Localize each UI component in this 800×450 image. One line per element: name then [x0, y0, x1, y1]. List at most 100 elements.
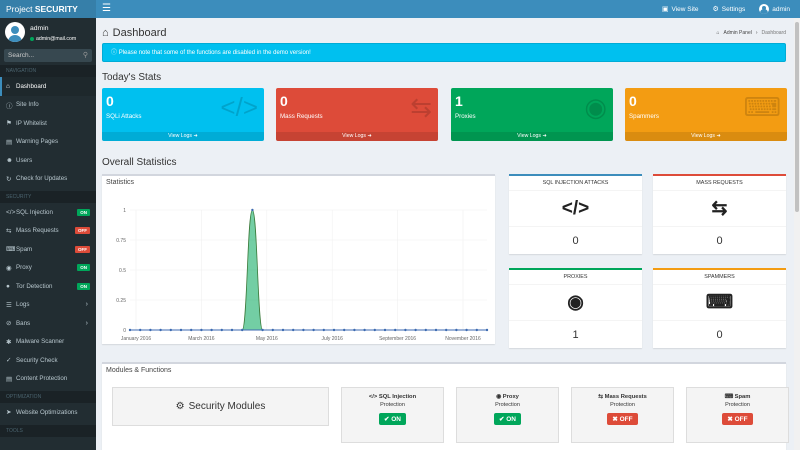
users-icon: ☻ [6, 156, 13, 164]
data-point [241, 328, 244, 332]
home-icon: ⌂ [102, 27, 109, 39]
x-tick-label: July 2016 [321, 336, 343, 342]
stat-value: 0 [280, 93, 288, 109]
data-point [383, 328, 387, 332]
sidebar-item-label: Tor Detection [16, 282, 53, 290]
user-name: admin [30, 25, 49, 32]
chevron-right-icon: › [85, 319, 88, 327]
info-icon: ⓘ [111, 50, 118, 56]
view-logs-link[interactable]: View Logs ➜ [276, 132, 438, 141]
module-status-button[interactable]: ✖ OFF [722, 413, 753, 425]
data-point [200, 328, 203, 332]
module-name: ⌨ Spam [687, 394, 788, 400]
retweet-icon: ⇆ [598, 394, 603, 400]
sidebar-item-users[interactable]: ☻ Users [0, 151, 96, 170]
sidebar-item-label: Site Info [16, 101, 39, 109]
gear-icon: ⚙ [175, 401, 185, 412]
breadcrumb-home[interactable]: Admin Panel [724, 30, 752, 36]
sidebar-item-label: SQL Injection [16, 208, 53, 216]
security-modules-panel[interactable]: ⚙ Security Modules [112, 387, 329, 426]
module-proxy: ◉ Proxy Protection ✔ ON [456, 387, 559, 443]
security-modules-label: Security Modules [188, 401, 266, 412]
module-name-text: Spam [734, 394, 751, 400]
sidebar-item-website-optimizations[interactable]: ➤ Website Optimizations [0, 403, 96, 422]
page-title-text: Dashboard [112, 27, 167, 39]
list-icon: ☰ [6, 301, 12, 309]
module-status-button[interactable]: ✖ OFF [607, 413, 638, 425]
avatar [5, 22, 25, 42]
sidebar-item-proxy[interactable]: ◉ Proxy ON [0, 259, 96, 278]
retweet-icon: ⇆ [6, 227, 12, 235]
module-name-text: Proxy [502, 394, 519, 400]
page-title: ⌂ Dashboard [102, 27, 166, 39]
module-status-button[interactable]: ✔ ON [493, 413, 521, 425]
stat-card-sqli: 0 SQLi Attacks </> View Logs ➜ [102, 88, 264, 141]
sidebar-item-security-check[interactable]: ✓ Security Check [0, 351, 96, 370]
page-scrollbar[interactable] [794, 18, 800, 450]
mini-card-proxies: PROXIES ◉ 1 [509, 268, 642, 348]
sidebar-item-warning-pages[interactable]: ▤ Warning Pages [0, 133, 96, 152]
data-point [312, 328, 315, 332]
view-logs-link[interactable]: View Logs ➜ [451, 132, 613, 141]
menu-icon[interactable]: ☰ [102, 3, 111, 15]
sidebar-item-label: Logs [16, 301, 30, 309]
view-site-link[interactable]: ▣ View Site [662, 5, 699, 14]
sidebar-item-ip-whitelist[interactable]: ⚑ IP Whitelist [0, 114, 96, 133]
module-name: </> SQL Injection [342, 394, 443, 400]
search-input[interactable] [4, 49, 92, 62]
sidebar-item-site-info[interactable]: ⓘ Site Info [0, 96, 96, 115]
arrow-circle-right-icon: ➜ [542, 133, 547, 139]
sidebar-item-label: Security Check [16, 356, 58, 364]
stat-value: 0 [629, 93, 637, 109]
sidebar-item-sql-injection[interactable]: </> SQL Injection ON [0, 203, 96, 222]
brand-logo[interactable]: Project SECURITY [0, 0, 96, 18]
mini-card-label: SPAMMERS [653, 270, 786, 285]
settings-link[interactable]: ⚙ Settings [713, 5, 746, 14]
stat-card-spammers: 0 Spammers ⌨ View Logs ➜ [625, 88, 787, 141]
user-secret-icon: ● [6, 282, 10, 290]
sidebar-header-navigation: NAVIGATION [0, 65, 96, 77]
module-name: ⇆ Mass Requests [572, 394, 673, 400]
sidebar-item-label: IP Whitelist [16, 119, 47, 127]
mini-card-label: PROXIES [509, 270, 642, 285]
keyboard-icon: ⌨ [724, 394, 733, 400]
breadcrumb-home-icon: ⌂ [716, 30, 720, 36]
y-tick-label: 0.25 [116, 298, 126, 304]
globe-icon: ◉ [6, 264, 12, 272]
sidebar-item-malware-scanner[interactable]: ✱ Malware Scanner [0, 333, 96, 352]
sidebar-item-label: Mass Requests [16, 227, 59, 235]
sidebar-item-tor-detection[interactable]: ● Tor Detection ON [0, 277, 96, 296]
data-point [271, 328, 274, 332]
demo-alert: ⓘ Please note that some of the functions… [102, 43, 786, 62]
view-logs-link[interactable]: View Logs ➜ [625, 132, 787, 141]
settings-label: Settings [721, 5, 746, 13]
sidebar-item-label: Spam [16, 245, 33, 253]
sidebar-item-check-updates[interactable]: ↻ Check for Updates [0, 170, 96, 189]
retweet-icon: ⇆ [410, 92, 432, 122]
sidebar-item-mass-requests[interactable]: ⇆ Mass Requests OFF [0, 222, 96, 241]
chevron-right-icon: › [85, 301, 88, 309]
data-point [475, 328, 478, 332]
brand-prefix: Project [6, 4, 35, 14]
view-logs-link[interactable]: View Logs ➜ [102, 132, 264, 141]
search-icon[interactable]: ⚲ [83, 51, 88, 59]
data-point [322, 328, 325, 332]
data-point [251, 208, 254, 212]
sidebar-item-bans[interactable]: ⊘ Bans › [0, 314, 96, 333]
sidebar-item-spam[interactable]: ⌨ Spam OFF [0, 240, 96, 259]
sidebar-item-content-protection[interactable]: ▤ Content Protection [0, 370, 96, 389]
sidebar-item-logs[interactable]: ☰ Logs › [0, 296, 96, 315]
y-tick-label: 0.75 [116, 238, 126, 244]
scrollbar-thumb[interactable] [795, 22, 799, 212]
x-tick-label: January 2016 [121, 336, 152, 342]
sidebar-item-dashboard[interactable]: ⌂ Dashboard [0, 77, 96, 96]
module-status-button[interactable]: ✔ ON [378, 413, 406, 425]
stat-card-mass-requests: 0 Mass Requests ⇆ View Logs ➜ [276, 88, 438, 141]
user-menu[interactable]: admin [759, 4, 790, 14]
module-status-label: OFF [619, 416, 633, 423]
view-logs-label: View Logs [168, 133, 193, 139]
y-tick-label: 0.5 [119, 268, 126, 274]
modules-title: Modules & Functions [106, 367, 172, 374]
arrow-circle-right-icon: ➜ [367, 133, 372, 139]
stat-value: 1 [455, 93, 463, 109]
